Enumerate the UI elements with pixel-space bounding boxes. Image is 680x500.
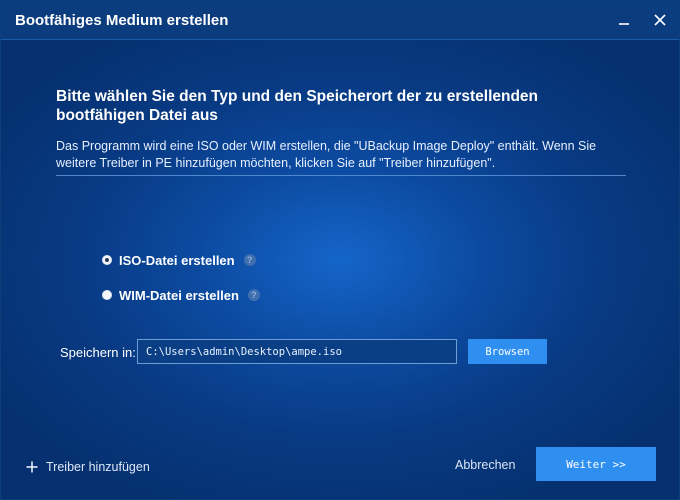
browse-button[interactable]: Browsen bbox=[468, 339, 547, 364]
cancel-button[interactable]: Abbrechen bbox=[449, 453, 521, 477]
help-icon[interactable]: ? bbox=[243, 254, 256, 266]
add-driver-link[interactable]: Treiber hinzufügen bbox=[26, 458, 150, 476]
next-button[interactable]: Weiter >> bbox=[536, 447, 656, 481]
minimize-icon bbox=[619, 23, 629, 25]
help-icon[interactable]: ? bbox=[247, 289, 260, 301]
title-bar: Bootfähiges Medium erstellen bbox=[1, 1, 679, 40]
save-location-label: Speichern in: bbox=[60, 345, 136, 360]
divider bbox=[56, 175, 626, 176]
radio-iso-option[interactable]: ISO-Datei erstellen ? bbox=[102, 251, 256, 269]
radio-wim-option[interactable]: WIM-Datei erstellen ? bbox=[102, 286, 260, 304]
radio-iso-button[interactable] bbox=[102, 255, 112, 265]
dialog-window: Bootfähiges Medium erstellen Bitte wähle… bbox=[0, 0, 680, 500]
description-text: Das Programm wird eine ISO oder WIM erst… bbox=[56, 139, 597, 170]
radio-wim-label: WIM-Datei erstellen bbox=[119, 287, 239, 303]
close-icon bbox=[654, 14, 666, 26]
page-heading: Bitte wählen Sie den Typ und den Speiche… bbox=[56, 88, 539, 124]
save-path-input[interactable] bbox=[137, 339, 457, 364]
close-button[interactable] bbox=[649, 9, 671, 31]
minimize-button[interactable] bbox=[613, 9, 635, 31]
add-driver-label: Treiber hinzufügen bbox=[46, 460, 150, 474]
radio-wim-button[interactable] bbox=[102, 290, 112, 300]
window-title: Bootfähiges Medium erstellen bbox=[15, 12, 229, 29]
plus-icon bbox=[26, 461, 38, 473]
radio-iso-label: ISO-Datei erstellen bbox=[119, 252, 235, 268]
